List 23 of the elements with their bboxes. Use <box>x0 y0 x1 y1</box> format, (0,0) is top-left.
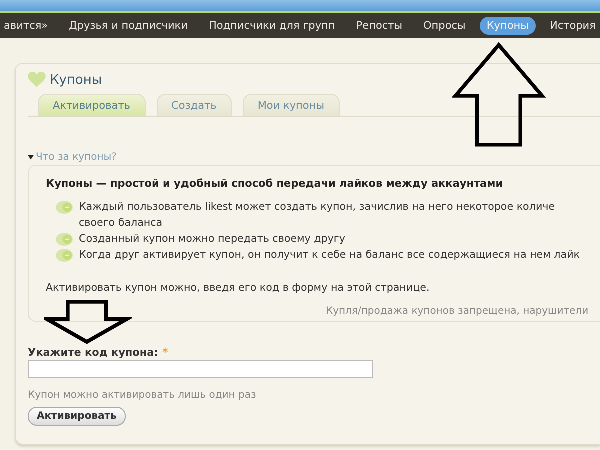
nav-link[interactable]: Подписчики для групп <box>202 16 342 34</box>
bullet-text: Каждый пользователь likest может создать купон, зачислив на него некоторое количе <box>79 200 556 215</box>
bullet-text: своего баланса <box>79 216 164 231</box>
bullet-icon <box>56 249 75 262</box>
note-text: Купля/продажа купонов запрещена, нарушители <box>326 306 589 317</box>
bullet-icon <box>56 201 75 214</box>
nav-link[interactable]: Репосты <box>349 16 410 34</box>
field-hint: Купон можно активировать лишь один раз <box>28 390 258 401</box>
nav-link[interactable]: История <box>542 16 600 34</box>
nav-link[interactable]: Друзья и подписчики <box>62 16 195 34</box>
info-heading: Купоны — простой и удобный способ передачи лайков между аккаунтами <box>46 178 504 190</box>
bullet-icon <box>56 233 75 246</box>
page-title: Купоны <box>50 72 102 88</box>
required-mark: * <box>162 346 168 359</box>
activate-button[interactable]: Активировать <box>28 407 126 426</box>
info-paragraph: Активировать купон можно, введя его код в форму на этой странице. <box>46 282 430 294</box>
heart-icon <box>28 72 46 88</box>
nav-link[interactable]: Опросы <box>416 16 473 34</box>
field-label: Укажите код купона: <box>28 347 158 359</box>
coupon-code-field[interactable] <box>28 360 373 378</box>
nav-link[interactable]: авится» <box>0 16 56 34</box>
bullet-text: Созданный купон можно передать своему другу <box>79 232 346 247</box>
bullet-text: Когда друг активирует купон, он получит к себе на баланс все содержащиеся на нем лайк <box>79 248 580 263</box>
